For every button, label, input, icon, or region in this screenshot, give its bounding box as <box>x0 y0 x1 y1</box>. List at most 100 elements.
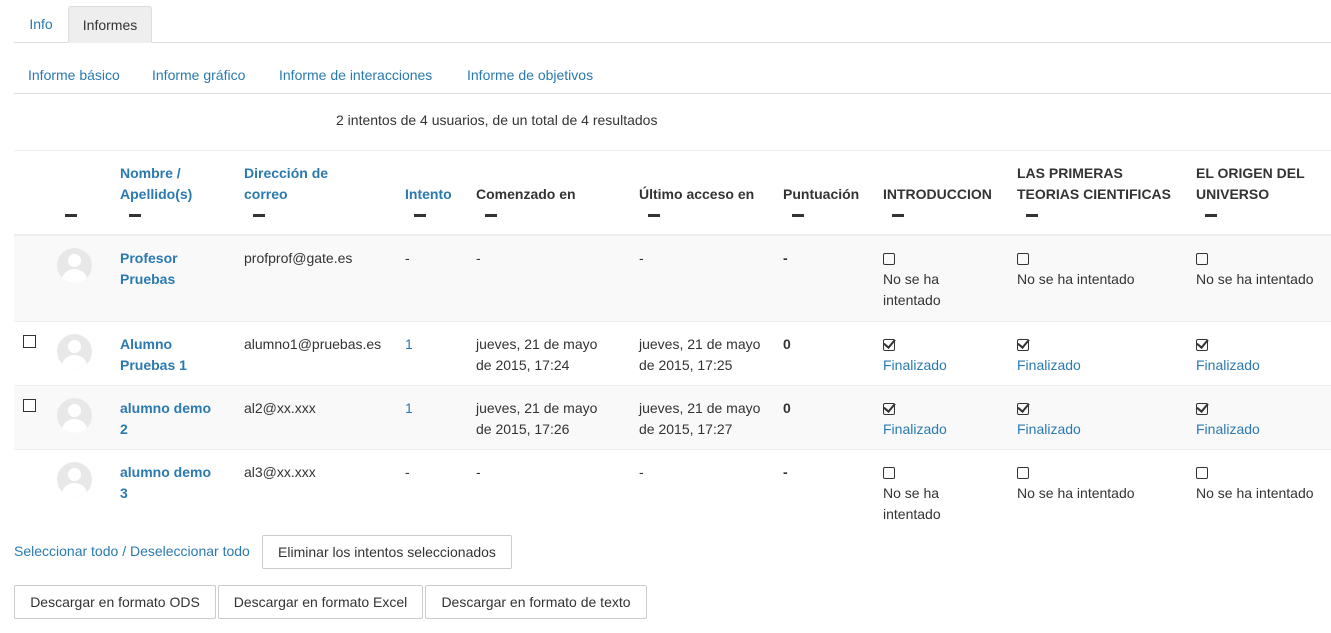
column-header-last-access: Último acceso en <box>639 186 755 202</box>
row-select-checkbox[interactable] <box>23 399 36 412</box>
results-summary: 2 intentos de 4 usuarios, de un total de… <box>336 112 658 128</box>
delete-attempts-button[interactable]: Eliminar los intentos seleccionados <box>262 535 512 569</box>
score-value: 0 <box>783 400 791 416</box>
report-tabs: Informe básico Informe gráfico Informe d… <box>14 43 1331 94</box>
deselect-all-link[interactable]: Deseleccionar todo <box>130 543 250 559</box>
column-header-name[interactable]: Nombre / Apellido(s) <box>120 163 192 205</box>
not-attempted-icon <box>1196 467 1208 480</box>
sco-finalizado-link[interactable]: Finalizado <box>1196 355 1260 376</box>
completed-icon <box>1196 403 1208 416</box>
collapse-column-icon[interactable] <box>129 214 141 217</box>
table-row: alumno demo 2 al2@xx.xxx 1 jueves, 21 de… <box>14 386 1331 450</box>
primary-tabs: Info Informes <box>14 0 1331 43</box>
tab-info[interactable]: Info <box>14 6 68 43</box>
completed-icon <box>1017 339 1029 352</box>
completed-icon <box>883 403 895 416</box>
collapse-column-icon[interactable] <box>1205 214 1217 217</box>
table-row: Profesor Pruebas profprof@gate.es - - - … <box>14 236 1331 322</box>
score-value: 0 <box>783 336 791 352</box>
sco-status: No se ha intentado <box>1196 248 1314 290</box>
sco-status: Finalizado <box>883 398 947 440</box>
completed-icon <box>1017 403 1029 416</box>
user-email: alumno1@pruebas.es <box>244 336 382 352</box>
column-header-started: Comenzado en <box>476 186 576 202</box>
sco-status: No se ha intentado <box>1196 462 1314 504</box>
collapse-column-icon[interactable] <box>414 214 426 217</box>
sco-status: No se ha intentado <box>883 462 941 525</box>
collapse-column-icon[interactable] <box>792 214 804 217</box>
user-name-link[interactable]: alumno demo 3 <box>120 462 211 504</box>
collapse-column-icon[interactable] <box>648 214 660 217</box>
tab-informe-objetivos[interactable]: Informe de objetivos <box>467 67 593 83</box>
avatar <box>57 398 92 433</box>
not-attempted-icon <box>883 253 895 266</box>
tab-informes[interactable]: Informes <box>68 6 152 43</box>
table-header: Nombre / Apellido(s) Dirección de correo… <box>14 150 1331 236</box>
sco-status: Finalizado <box>1196 334 1260 376</box>
sco-status: Finalizado <box>883 334 947 376</box>
sco-finalizado-link[interactable]: Finalizado <box>883 355 947 376</box>
column-header-attempt[interactable]: Intento <box>405 184 452 205</box>
user-name-link[interactable]: alumno demo 2 <box>120 398 211 440</box>
sco-finalizado-link[interactable]: Finalizado <box>1017 419 1081 440</box>
download-ods-button[interactable]: Descargar en formato ODS <box>14 585 216 619</box>
sco-finalizado-link[interactable]: Finalizado <box>1017 355 1081 376</box>
started-value: jueves, 21 de mayo de 2015, 17:26 <box>476 400 598 437</box>
not-attempted-icon <box>1017 253 1029 266</box>
link-separator: / <box>122 543 127 559</box>
selection-links: Seleccionar todo / Deseleccionar todo <box>14 543 250 559</box>
column-header-sco1: INTRODUCCION <box>883 186 992 202</box>
avatar <box>57 462 92 497</box>
sco-finalizado-link[interactable]: Finalizado <box>883 419 947 440</box>
row-select-checkbox[interactable] <box>23 335 36 348</box>
sco-status: No se ha intentado <box>1017 248 1135 290</box>
collapse-column-icon[interactable] <box>253 214 265 217</box>
sco-status: Finalizado <box>1017 398 1081 440</box>
collapse-column-icon[interactable] <box>1026 214 1038 217</box>
download-text-button[interactable]: Descargar en formato de texto <box>425 585 647 619</box>
sco-finalizado-link[interactable]: Finalizado <box>1196 419 1260 440</box>
sco-status: No se ha intentado <box>1017 462 1135 504</box>
user-name-link[interactable]: Alumno Pruebas 1 <box>120 334 187 376</box>
attempt-value: - <box>405 250 410 266</box>
column-header-sco2: LAS PRIMERAS TEORIAS CIENTIFICAS <box>1017 165 1172 202</box>
collapse-column-icon[interactable] <box>65 214 77 217</box>
tab-informe-interacciones[interactable]: Informe de interacciones <box>279 67 432 83</box>
started-value: jueves, 21 de mayo de 2015, 17:24 <box>476 336 598 373</box>
sco-status: No se ha intentado <box>883 248 941 311</box>
column-header-sco3: EL ORIGEN DEL UNIVERSO <box>1196 165 1305 202</box>
score-value: - <box>783 250 788 266</box>
last-access-value: jueves, 21 de mayo de 2015, 17:27 <box>639 400 761 437</box>
last-access-value: - <box>639 464 644 480</box>
not-attempted-icon <box>883 467 895 480</box>
avatar <box>57 248 92 283</box>
last-access-value: - <box>639 250 644 266</box>
table-row: Alumno Pruebas 1 alumno1@pruebas.es 1 ju… <box>14 322 1331 386</box>
sco-status: Finalizado <box>1017 334 1081 376</box>
collapse-column-icon[interactable] <box>892 214 904 217</box>
user-email: profprof@gate.es <box>244 250 353 266</box>
attempt-link[interactable]: 1 <box>405 398 413 419</box>
download-excel-button[interactable]: Descargar en formato Excel <box>218 585 423 619</box>
last-access-value: jueves, 21 de mayo de 2015, 17:25 <box>639 336 761 373</box>
user-email: al3@xx.xxx <box>244 464 316 480</box>
table-row: alumno demo 3 al3@xx.xxx - - - - No se h… <box>14 450 1331 528</box>
attempt-link[interactable]: 1 <box>405 334 413 355</box>
tab-informe-grafico[interactable]: Informe gráfico <box>152 67 245 83</box>
column-header-email[interactable]: Dirección de correo <box>244 163 328 205</box>
user-name-link[interactable]: Profesor Pruebas <box>120 248 178 290</box>
score-value: - <box>783 464 788 480</box>
not-attempted-icon <box>1196 253 1208 266</box>
completed-icon <box>883 339 895 352</box>
attempt-value: - <box>405 464 410 480</box>
column-header-score: Puntuación <box>783 186 860 202</box>
avatar <box>57 334 92 369</box>
collapse-column-icon[interactable] <box>485 214 497 217</box>
sco-status: Finalizado <box>1196 398 1260 440</box>
not-attempted-icon <box>1017 467 1029 480</box>
started-value: - <box>476 250 481 266</box>
tab-informe-basico[interactable]: Informe básico <box>28 67 120 83</box>
started-value: - <box>476 464 481 480</box>
completed-icon <box>1196 339 1208 352</box>
select-all-link[interactable]: Seleccionar todo <box>14 543 118 559</box>
